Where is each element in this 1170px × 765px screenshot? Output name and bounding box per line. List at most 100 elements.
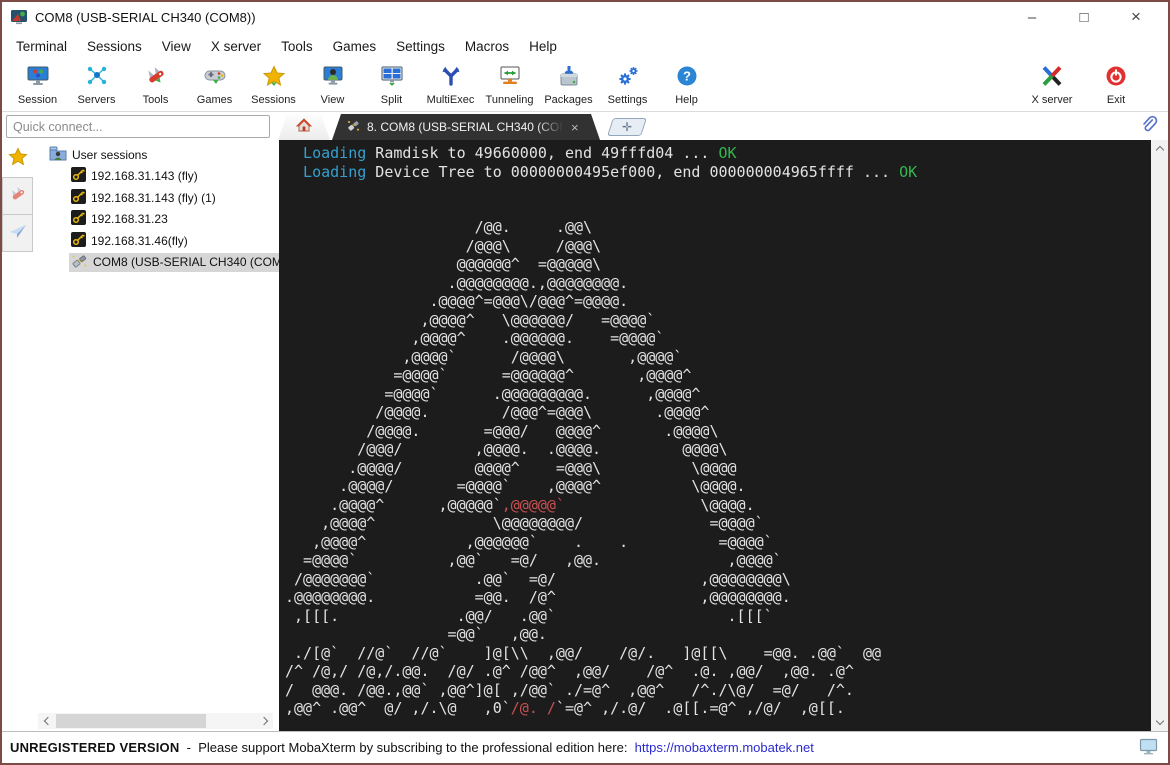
toolbar-label: Help (675, 94, 698, 106)
menu-help[interactable]: Help (519, 39, 567, 54)
terminal-line: .@@@@^=@@@\/@@@^=@@@@. (285, 292, 629, 310)
star-icon (7, 146, 28, 172)
session-label: 192.168.31.46(fly) (91, 233, 188, 248)
session-label: COM8 (USB-SERIAL CH340 (COM8 (93, 255, 279, 270)
quick-connect-input[interactable] (6, 115, 270, 138)
menu-settings[interactable]: Settings (386, 39, 455, 54)
terminal-line: /@@@@. =@@@/ @@@@^ .@@@@\ (285, 421, 719, 440)
key-icon (71, 167, 86, 185)
swiss-knife-icon (8, 184, 28, 209)
toolbar-tunneling-button[interactable]: Tunneling (480, 62, 539, 110)
toolbar-help-button[interactable]: ? Help (657, 62, 716, 110)
toolbar-label: Split (380, 94, 403, 106)
terminal-line: ,@@@@^ .@@@@@@. =@@@@` (285, 329, 665, 347)
session-item-192-168-31-143-fly[interactable]: 192.168.31.143 (fly) (33, 166, 279, 188)
folder-user-icon (49, 146, 67, 164)
new-tab-button[interactable]: ✛ (607, 118, 647, 136)
home-icon (296, 118, 312, 137)
toolbar-multiexec-button[interactable]: MultiExec (421, 62, 480, 110)
minimize-button[interactable]: – (1006, 3, 1058, 31)
terminal-line: /@@@@. /@@@^=@@@\ .@@@@^ (285, 403, 710, 421)
app-logo-icon (10, 9, 28, 25)
sidebar-strip (2, 140, 33, 252)
scroll-right-icon[interactable] (257, 713, 273, 729)
terminal-line: =@@` ,@@. (285, 625, 547, 643)
terminal-line: Loading Ramdisk to 49660000, end 49fffd0… (285, 144, 737, 162)
remote-monitoring-icon[interactable] (1139, 738, 1158, 758)
toolbar-view-button[interactable]: View (303, 62, 362, 110)
session-item-192-168-31-23[interactable]: 192.168.31.23 (33, 209, 279, 231)
maximize-button[interactable]: □ (1058, 3, 1110, 31)
toolbar-servers-button[interactable]: Servers (67, 62, 126, 110)
terminal-line: .@@@@/ @@@@^ =@@@\ \@@@@ (285, 458, 737, 477)
terminal-line: ,@@@@^ \@@@@@@/ =@@@@` (285, 310, 656, 329)
tree-root-user-sessions[interactable]: User sessions (33, 144, 279, 166)
scrollbar-thumb[interactable] (56, 714, 206, 728)
terminal-line: .@@@@/ =@@@@` ,@@@@^ \@@@@. (285, 477, 746, 495)
tab-home[interactable] (278, 114, 330, 140)
tab-label: 8. COM8 (USB-SERIAL CH340 (COM (367, 120, 563, 134)
menu-x-server[interactable]: X server (201, 39, 271, 54)
terminal-line: ,@@@@^ ,@@@@@@` . . =@@@@` (285, 532, 773, 551)
toolbar-x-server-button[interactable]: X server (1020, 62, 1084, 110)
games-icon (203, 65, 227, 92)
title-bar: COM8 (USB-SERIAL CH340 (COM8)) – □ × (2, 2, 1168, 32)
sidebar-horizontal-scrollbar[interactable] (38, 713, 273, 729)
menu-sessions[interactable]: Sessions (77, 39, 152, 54)
session-item-192-168-31-143-fly-1[interactable]: 192.168.31.143 (fly) (1) (33, 187, 279, 209)
session-item-com8-usb-serial-ch340-com8[interactable]: COM8 (USB-SERIAL CH340 (COM8 (33, 252, 279, 274)
terminal-vertical-scrollbar[interactable] (1151, 140, 1168, 731)
window-title: COM8 (USB-SERIAL CH340 (COM8)) (35, 9, 256, 25)
tab-close-icon[interactable]: × (571, 120, 579, 135)
toolbar-split-button[interactable]: Split (362, 62, 421, 110)
sidebar-tab-star-icon[interactable] (2, 140, 33, 178)
terminal-line: /@@@\ /@@@\ (285, 236, 602, 255)
sidebar-tab-swiss-knife-icon[interactable] (2, 177, 33, 215)
menu-view[interactable]: View (152, 39, 201, 54)
scroll-up-icon[interactable] (1155, 140, 1164, 157)
toolbar: Session Servers Tools Games Sessions View Spli… (2, 60, 1168, 112)
toolbar-label: Sessions (251, 94, 296, 106)
toolbar-settings-button[interactable]: Settings (598, 62, 657, 110)
terminal-screen[interactable]: Loading Ramdisk to 49660000, end 49fffd0… (279, 140, 1151, 731)
toolbar-tools-button[interactable]: Tools (126, 62, 185, 110)
menu-macros[interactable]: Macros (455, 39, 519, 54)
terminal-line: .@@@@^ ,@@@@@`,@@@@@` \@@@@. (285, 495, 755, 514)
attachments-paperclip-icon[interactable] (1142, 114, 1158, 139)
scroll-left-icon[interactable] (38, 713, 54, 729)
tab-active-com8[interactable]: 8. COM8 (USB-SERIAL CH340 (COM × (332, 114, 600, 140)
unregistered-label: UNREGISTERED VERSION (10, 740, 180, 755)
terminal-line: ,@@^ .@@^ @/ ,/.\@ ,0`/@. /`=@^ ,/.@/ .@… (285, 699, 845, 717)
mobatek-link[interactable]: https://mobaxterm.mobatek.net (635, 740, 814, 755)
sidebar-tab-paper-plane-icon[interactable] (2, 214, 33, 252)
menu-games[interactable]: Games (323, 39, 387, 54)
toolbar-games-button[interactable]: Games (185, 62, 244, 110)
scroll-down-icon[interactable] (1155, 714, 1164, 731)
toolbar-packages-button[interactable]: Packages (539, 62, 598, 110)
session-label: 192.168.31.23 (91, 212, 168, 227)
status-message: - Please support MobaXterm by subscribin… (179, 740, 635, 755)
session-item-192-168-31-46-fly[interactable]: 192.168.31.46(fly) (33, 230, 279, 252)
session-label: 192.168.31.143 (fly) (91, 169, 198, 184)
terminal-line: =@@@@` .@@@@@@@@@. ,@@@@^ (285, 384, 701, 403)
terminal-line: .@@@@@@@@.,@@@@@@@@. (285, 273, 629, 292)
close-button[interactable]: × (1110, 3, 1162, 31)
toolbar-label: Games (196, 94, 233, 106)
toolbar-exit-button[interactable]: Exit (1084, 62, 1148, 110)
menu-terminal[interactable]: Terminal (6, 39, 77, 54)
menu-bar: Terminal Sessions View X server Tools Games Se… (2, 32, 1168, 60)
toolbar-session-button[interactable]: Session (8, 62, 67, 110)
sidebar: User sessions 192.168.31.143 (fly) 192.168… (2, 140, 279, 731)
menu-tools[interactable]: Tools (271, 39, 323, 54)
tab-bar: 8. COM8 (USB-SERIAL CH340 (COM × ✛ (278, 112, 647, 140)
terminal-line: /@@@@@@@` .@@` =@/ ,@@@@@@@@\ (285, 569, 791, 588)
toolbar-label: Exit (1106, 94, 1126, 106)
key-icon (71, 231, 86, 250)
status-bar: UNREGISTERED VERSION - Please support Mo… (2, 731, 1168, 763)
toolbar-label: Tunneling (485, 94, 534, 106)
mobaxterm-window: COM8 (USB-SERIAL CH340 (COM8)) – □ × Ter… (0, 0, 1170, 765)
toolbar-sessions-button[interactable]: Sessions (244, 62, 303, 110)
terminal-line: Loading Device Tree to 00000000495ef000,… (285, 162, 918, 181)
